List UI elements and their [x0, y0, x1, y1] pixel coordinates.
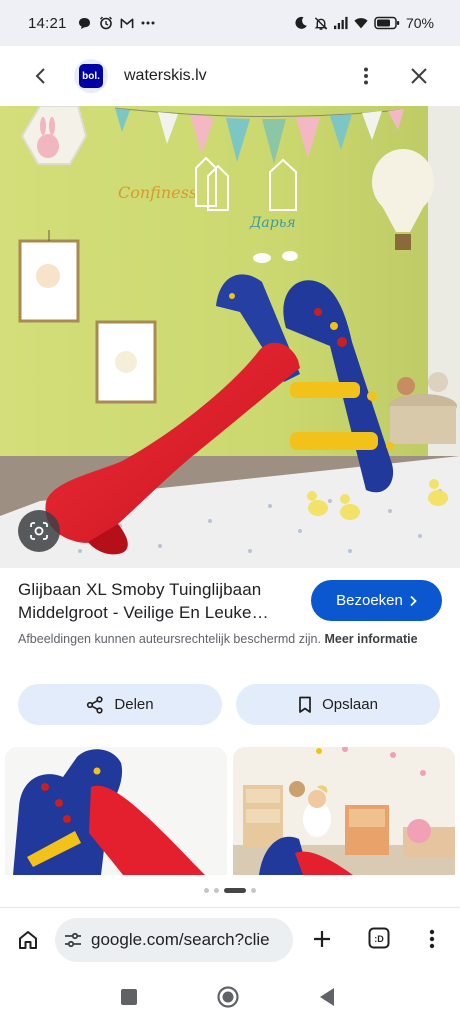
more-options-button[interactable] — [354, 63, 378, 89]
new-tab-button[interactable] — [310, 927, 334, 951]
more-vert-icon — [364, 67, 368, 85]
status-time: 14:21 — [28, 14, 67, 32]
related-image[interactable] — [5, 747, 227, 875]
site-settings-icon[interactable] — [63, 930, 83, 950]
system-back-button[interactable] — [317, 986, 337, 1008]
url-text: google.com/search?clie — [91, 930, 270, 949]
wifi-icon — [354, 16, 368, 30]
bell-off-icon — [314, 16, 328, 30]
alarm-icon — [99, 16, 113, 30]
related-image[interactable] — [233, 747, 455, 875]
back-button[interactable] — [28, 63, 54, 89]
copyright-notice: Afbeeldingen kunnen auteursrechtelijk be… — [18, 630, 418, 648]
save-label: Opslaan — [322, 696, 378, 713]
system-navigation-bar — [0, 971, 460, 1024]
address-bar[interactable]: google.com/search?clie — [55, 918, 293, 962]
pager-dot — [204, 887, 209, 893]
svg-text:Confiness: Confiness — [118, 183, 197, 202]
product-title[interactable]: Glijbaan XL Smoby Tuinglijbaan Middelgro… — [18, 578, 298, 624]
plus-icon — [314, 931, 330, 947]
carousel-pager — [0, 885, 460, 895]
signal-icon — [333, 16, 348, 30]
save-button[interactable]: Opslaan — [236, 684, 440, 725]
home-button[interactable] — [16, 928, 40, 952]
related-slide-thumbnail — [5, 747, 227, 875]
home-icon — [19, 931, 37, 949]
google-lens-button[interactable] — [18, 510, 60, 552]
bol-logo: bol. — [79, 64, 103, 88]
hero-product-image[interactable]: Confiness Дарья — [0, 106, 460, 568]
browser-menu-button[interactable] — [422, 927, 442, 951]
close-button[interactable] — [406, 63, 432, 89]
share-label: Delen — [114, 696, 154, 713]
close-icon — [411, 68, 427, 84]
share-icon — [87, 695, 103, 714]
more-vert-icon — [429, 929, 435, 949]
svg-text:Дарья: Дарья — [249, 215, 296, 231]
site-favicon: bol. — [74, 59, 108, 93]
tab-switcher-icon: :D — [368, 927, 390, 949]
related-playroom-thumbnail — [233, 747, 455, 875]
visit-button-label: Bezoeken — [336, 592, 403, 609]
system-home-button[interactable] — [216, 985, 240, 1009]
status-left: 14:21 — [28, 15, 155, 32]
result-title-block: Glijbaan XL Smoby Tuinglijbaan Middelgro… — [18, 578, 298, 624]
svg-text::D: :D — [374, 934, 384, 944]
more-info-link[interactable]: Meer informatie — [324, 632, 417, 646]
browser-toolbar: google.com/search?clie :D — [0, 907, 460, 971]
chat-bubble-icon — [78, 16, 92, 30]
more-dots-icon — [141, 16, 155, 30]
lens-camera-icon — [30, 522, 48, 540]
triangle-back-icon — [320, 988, 334, 1006]
status-bar: 14:21 70% — [0, 0, 460, 46]
circle-home-icon — [217, 986, 239, 1008]
site-name[interactable]: waterskis.lv — [124, 67, 207, 85]
battery-icon — [374, 16, 400, 30]
pager-dot-active — [224, 887, 246, 893]
slide-photo: Confiness Дарья — [0, 106, 460, 568]
moon-icon — [294, 16, 308, 30]
recent-apps-button[interactable] — [121, 989, 137, 1005]
pager-dot — [251, 887, 256, 893]
share-button[interactable]: Delen — [18, 684, 222, 725]
tab-switcher-button[interactable]: :D — [367, 926, 391, 950]
status-right: 70% — [294, 15, 434, 31]
custom-tab-header: bol. waterskis.lv — [0, 46, 460, 106]
chevron-right-icon — [410, 595, 417, 606]
visit-button[interactable]: Bezoeken — [311, 580, 442, 621]
battery-percentage: 70% — [405, 15, 434, 31]
bookmark-icon — [299, 696, 311, 713]
pager-dot — [214, 887, 219, 893]
copyright-text: Afbeeldingen kunnen auteursrechtelijk be… — [18, 632, 321, 646]
chevron-left-icon — [35, 68, 45, 84]
gmail-icon — [120, 16, 134, 30]
